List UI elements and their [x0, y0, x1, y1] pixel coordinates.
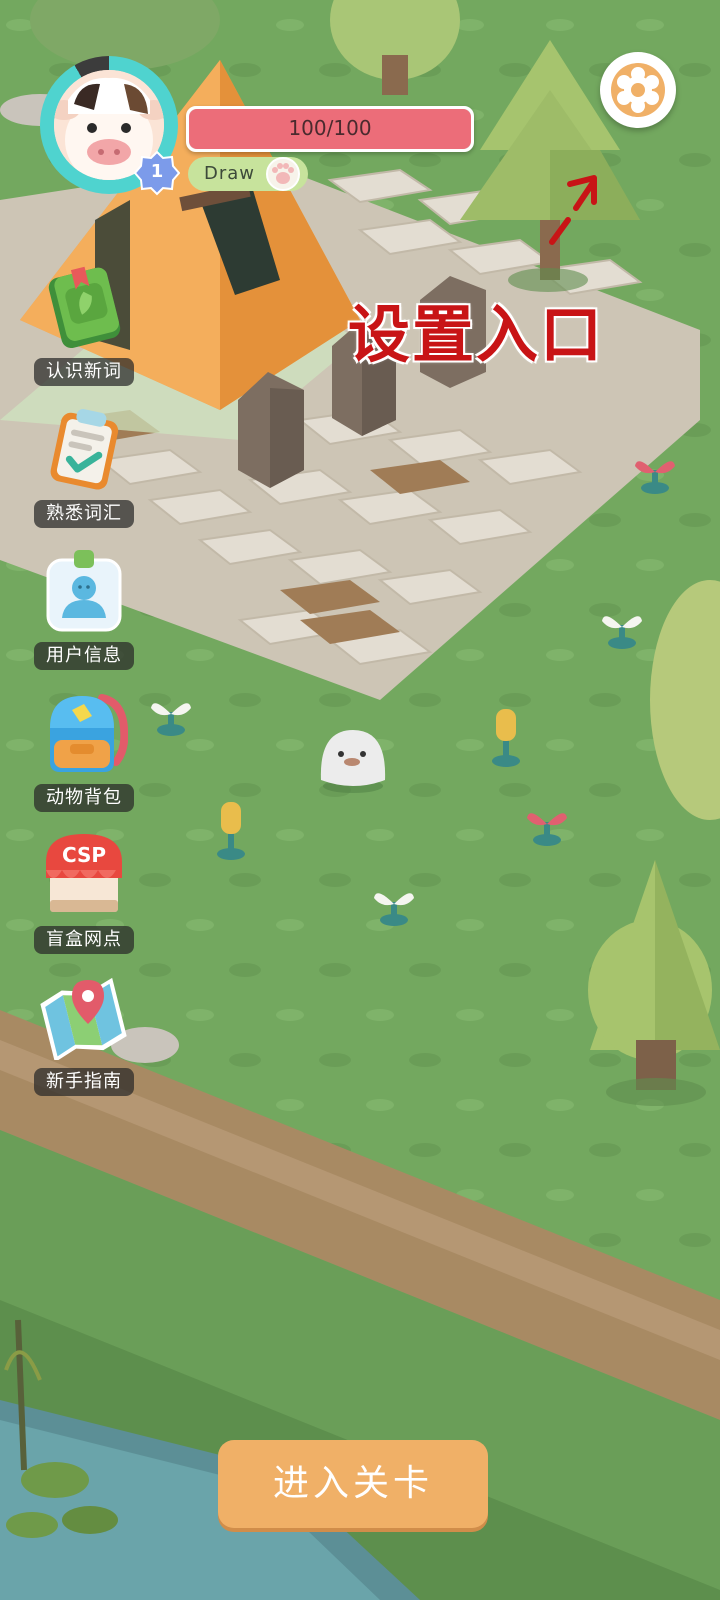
- menu-item-blind-box-shop[interactable]: CSP 盲盒网点: [30, 830, 138, 960]
- menu-label: 用户信息: [34, 642, 134, 670]
- settings-hint-annotation: 设置入口: [348, 298, 605, 371]
- menu-item-familiar-vocabulary[interactable]: 熟悉词汇: [30, 404, 138, 534]
- level-badge: 1: [134, 150, 180, 196]
- menu-label: 认识新词: [34, 358, 134, 386]
- shop-sign-text: CSP: [62, 843, 106, 867]
- gear-icon: [611, 63, 665, 117]
- paw-icon: [266, 157, 300, 191]
- menu-label: 盲盒网点: [34, 926, 134, 954]
- clipboard-check-icon: [40, 404, 128, 492]
- menu-label: 新手指南: [34, 1068, 134, 1096]
- menu-item-learn-new-words[interactable]: 认识新词: [30, 262, 138, 392]
- enter-level-button[interactable]: 进入关卡: [218, 1440, 488, 1528]
- menu-label: 熟悉词汇: [34, 500, 134, 528]
- menu-label: 动物背包: [34, 784, 134, 812]
- annotation-arrow-icon: [549, 175, 597, 245]
- user-badge-icon: [40, 546, 128, 634]
- level-number: 1: [150, 161, 164, 182]
- hp-bar: 100/100: [186, 106, 474, 152]
- menu-item-animal-backpack[interactable]: 动物背包: [30, 688, 138, 818]
- green-book-icon: [40, 262, 128, 350]
- map-pin-icon: [40, 972, 128, 1063]
- draw-label: Draw: [204, 163, 256, 184]
- draw-button[interactable]: Draw: [188, 157, 308, 191]
- csp-shop-icon: CSP: [40, 830, 128, 918]
- menu-item-user-info[interactable]: 用户信息: [30, 546, 138, 676]
- settings-button[interactable]: [600, 52, 676, 128]
- backpack-icon: [40, 688, 129, 776]
- menu-item-beginner-guide[interactable]: 新手指南: [30, 972, 138, 1102]
- hp-text: 100/100: [288, 116, 372, 140]
